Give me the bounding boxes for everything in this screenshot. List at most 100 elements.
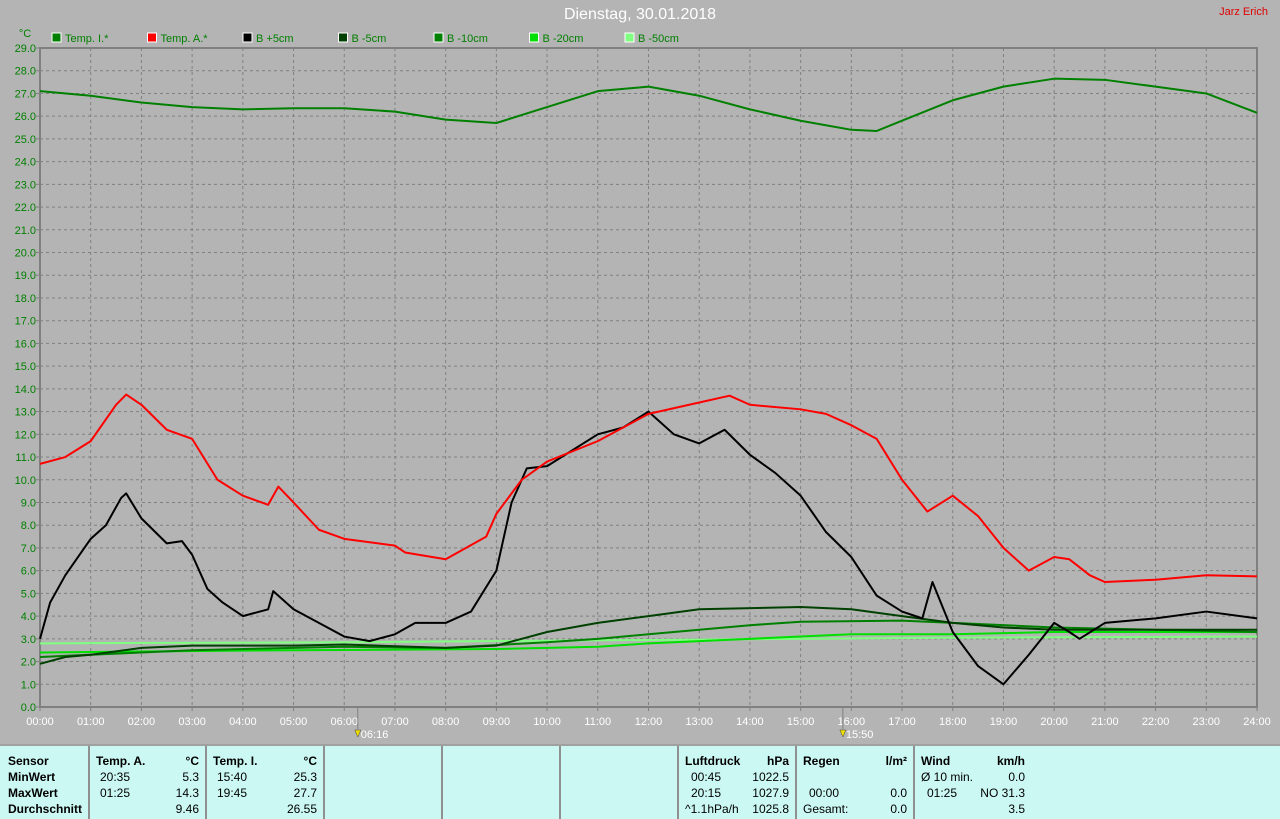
rain-header: Regen <box>803 754 840 768</box>
pressure-min-time: 00:45 <box>691 770 722 784</box>
y-tick-label: 10.0 <box>15 475 36 487</box>
temp-i-unit: °C <box>303 754 317 768</box>
pressure-column: Luftdruck hPa 00:45 1022.5 20:15 1027.9 … <box>677 746 795 819</box>
legend-label: B -50cm <box>638 33 679 45</box>
legend-swatch <box>242 32 253 43</box>
x-tick-label: 00:00 <box>26 716 54 728</box>
temp-i-max: 27.7 <box>293 786 317 800</box>
legend-label: Temp. A.* <box>161 33 209 45</box>
y-tick-label: 4.0 <box>21 611 36 623</box>
y-tick-label: 6.0 <box>21 566 36 578</box>
legend-swatch <box>338 32 348 43</box>
pressure-max-time: 20:15 <box>691 786 722 800</box>
legend-label: Temp. I.* <box>65 33 109 45</box>
statistics-panel: Sensor MinWert MaxWert Durchschnitt Temp… <box>0 744 1280 819</box>
temp-a-max-time: 01:25 <box>100 786 131 800</box>
x-tick-label: 23:00 <box>1193 716 1221 728</box>
x-tick-label: 10:00 <box>533 716 561 728</box>
x-tick-label: 20:00 <box>1040 716 1068 728</box>
y-tick-label: 19.0 <box>15 270 36 282</box>
x-tick-label: 06:00 <box>330 716 358 728</box>
legend-swatch <box>624 32 635 43</box>
min-label: MinWert <box>8 770 56 784</box>
temp-i-min-time: 15:40 <box>217 770 248 784</box>
y-tick-label: 0.0 <box>21 702 36 714</box>
sensor-header: Sensor <box>8 754 49 768</box>
y-tick-label: 20.0 <box>15 248 36 260</box>
rain-unit: l/m² <box>885 754 907 768</box>
pressure-unit: hPa <box>766 754 789 768</box>
legend-label: B +5cm <box>256 33 294 45</box>
empty-column <box>323 746 441 819</box>
x-tick-label: 24:00 <box>1243 716 1271 728</box>
y-tick-label: 8.0 <box>21 520 36 532</box>
temp-i-max-time: 19:45 <box>217 786 248 800</box>
temp-a-avg: 9.46 <box>175 802 199 816</box>
x-tick-label: 18:00 <box>939 716 967 728</box>
y-tick-label: 15.0 <box>15 361 36 373</box>
y-tick-label: 3.0 <box>21 634 36 646</box>
y-tick-label: 7.0 <box>21 543 36 555</box>
rain-max: 0.0 <box>890 786 907 800</box>
y-tick-label: 21.0 <box>15 225 36 237</box>
legend-swatch <box>433 32 444 43</box>
rain-column: Regen l/m² 00:00 0.0 Gesamt: 0.0 <box>795 746 913 819</box>
y-tick-label: 14.0 <box>15 384 36 396</box>
rain-time: 00:00 <box>809 786 840 800</box>
pressure-max: 1027.9 <box>752 786 789 800</box>
temp-a-min: 5.3 <box>182 770 199 784</box>
legend-swatch <box>529 32 539 43</box>
sunset-label: 15:50 <box>846 729 874 741</box>
pressure-header: Luftdruck <box>685 754 741 768</box>
sensor-column: Sensor MinWert MaxWert Durchschnitt <box>0 746 88 819</box>
temp-a-max: 14.3 <box>175 786 199 800</box>
x-tick-label: 09:00 <box>483 716 511 728</box>
wind-avg: 3.5 <box>1008 802 1025 816</box>
x-tick-label: 12:00 <box>635 716 663 728</box>
y-tick-label: 1.0 <box>21 679 36 691</box>
wind-avg10-label: Ø 10 min. <box>921 770 974 784</box>
avg-label: Durchschnitt <box>8 802 83 816</box>
x-tick-label: 02:00 <box>128 716 156 728</box>
pressure-min: 1022.5 <box>752 770 789 784</box>
x-tick-label: 22:00 <box>1142 716 1170 728</box>
temp-i-header: Temp. I. <box>213 754 258 768</box>
legend-label: B -10cm <box>447 33 488 45</box>
y-tick-label: 29.0 <box>15 43 36 55</box>
legend-swatch <box>51 32 62 43</box>
wind-avg10: 0.0 <box>1008 770 1025 784</box>
y-tick-label: 9.0 <box>21 497 36 509</box>
wind-max-time: 01:25 <box>927 786 958 800</box>
x-tick-label: 11:00 <box>584 716 611 728</box>
temp-a-unit: °C <box>185 754 199 768</box>
x-tick-label: 03:00 <box>178 716 206 728</box>
rain-total-label: Gesamt: <box>803 802 849 816</box>
x-tick-label: 19:00 <box>990 716 1018 728</box>
temp-a-column: Temp. A. °C 20:35 5.3 01:25 14.3 9.46 <box>88 746 205 819</box>
wind-unit: km/h <box>996 754 1025 768</box>
pressure-trend: ^1.1hPa/h <box>685 802 739 816</box>
y-tick-label: 5.0 <box>21 588 36 600</box>
x-tick-label: 14:00 <box>736 716 764 728</box>
y-tick-label: 12.0 <box>15 429 36 441</box>
empty-column <box>441 746 559 819</box>
legend-swatch <box>147 32 157 43</box>
x-tick-label: 04:00 <box>229 716 257 728</box>
rain-total: 0.0 <box>890 802 907 816</box>
y-tick-label: 26.0 <box>15 111 36 123</box>
y-tick-label: 25.0 <box>15 134 36 146</box>
y-tick-label: 11.0 <box>15 452 36 464</box>
x-tick-label: 01:00 <box>77 716 105 728</box>
legend-label: B -20cm <box>543 33 584 45</box>
temp-a-header: Temp. A. <box>96 754 146 768</box>
x-tick-label: 15:00 <box>787 716 815 728</box>
y-tick-label: 28.0 <box>15 66 36 78</box>
wind-column: Wind km/h Ø 10 min. 0.0 01:25 NO 31.3 3.… <box>913 746 1031 819</box>
x-tick-label: 13:00 <box>685 716 713 728</box>
y-tick-label: 17.0 <box>15 316 36 328</box>
x-tick-label: 17:00 <box>888 716 916 728</box>
y-tick-label: 27.0 <box>15 88 36 100</box>
temp-i-avg: 26.55 <box>286 802 317 816</box>
empty-column <box>559 746 677 819</box>
legend-label: B -5cm <box>352 33 387 45</box>
